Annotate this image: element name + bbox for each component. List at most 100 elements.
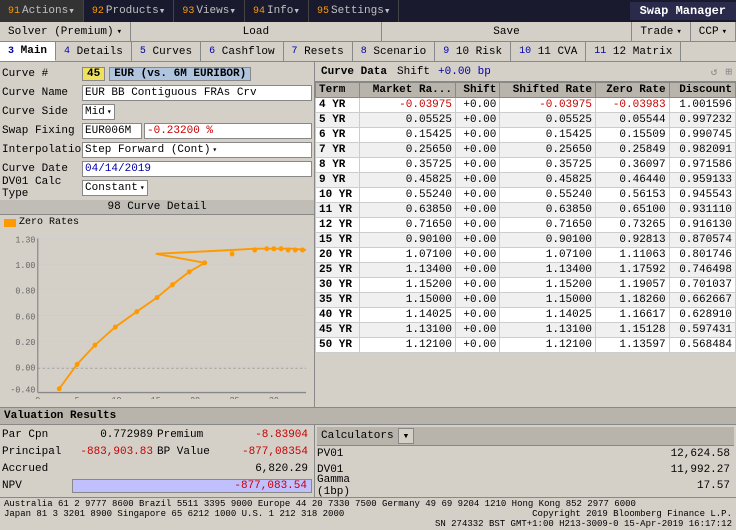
curve-side-select[interactable]: Mid ▾ <box>82 104 115 120</box>
interpolation-select[interactable]: Step Forward (Cont) ▾ <box>82 142 312 158</box>
app-window: 91 Actions ▾ 92 Products ▾ 93 Views ▾ 94… <box>0 0 736 530</box>
col-shifted-rate: Shifted Rate <box>500 83 596 98</box>
table-cell: 0.25849 <box>595 143 669 158</box>
table-cell: 0.568484 <box>669 338 735 353</box>
premium-label: Premium <box>157 429 227 441</box>
solver-button[interactable]: Solver (Premium) ▾ <box>0 22 131 41</box>
table-cell: 10 YR <box>316 188 360 203</box>
table-row: 10 YR0.55240+0.000.552400.561530.945543 <box>316 188 736 203</box>
table-row: 8 YR0.35725+0.000.357250.360970.971586 <box>316 158 736 173</box>
table-cell: 0.701037 <box>669 278 735 293</box>
toolbar: Solver (Premium) ▾ Load Save Trade ▾ CCP… <box>0 22 736 42</box>
tab-scenario[interactable]: 8 Scenario <box>353 42 435 61</box>
calculators-dropdown[interactable]: ▾ <box>398 428 415 444</box>
tab-matrix[interactable]: 11 12 Matrix <box>586 42 681 61</box>
left-column: Curve # 45 EUR (vs. 6M EURIBOR) Curve Na… <box>0 62 315 407</box>
table-cell: 9 YR <box>316 173 360 188</box>
ccp-button[interactable]: CCP ▾ <box>691 22 736 41</box>
tab-details[interactable]: 4 Details <box>56 42 132 61</box>
curve-fields: Curve # 45 EUR (vs. 6M EURIBOR) Curve Na… <box>0 62 314 200</box>
export-icon[interactable]: ⊞ <box>721 65 736 79</box>
table-cell: 1.15000 <box>500 293 596 308</box>
table-cell: 0.90100 <box>360 233 456 248</box>
tab-cva[interactable]: 10 11 CVA <box>511 42 586 61</box>
curve-data-table-scroll[interactable]: Term Market Ra... Shift Shifted Rate Zer… <box>315 82 736 407</box>
svg-text:-0.40: -0.40 <box>10 385 35 395</box>
dv01-row: DV01 11,992.27 <box>317 462 734 478</box>
menu-item-views[interactable]: 93 Views ▾ <box>174 0 245 22</box>
menu-item-actions[interactable]: 91 Actions ▾ <box>0 0 84 22</box>
svg-text:15: 15 <box>151 396 161 399</box>
table-header-row: Term Market Ra... Shift Shifted Rate Zer… <box>316 83 736 98</box>
table-cell: 1.13597 <box>595 338 669 353</box>
dv01-calc-label: DV01 Calc Type <box>2 176 82 200</box>
curve-date-value[interactable]: 04/14/2019 <box>82 161 312 177</box>
table-cell: 6 YR <box>316 128 360 143</box>
tab-main[interactable]: 3 Main <box>0 42 56 61</box>
table-cell: 0.71650 <box>360 218 456 233</box>
table-cell: 0.63850 <box>500 203 596 218</box>
table-cell: +0.00 <box>455 248 499 263</box>
table-cell: -0.03975 <box>360 98 456 113</box>
svg-text:0.80: 0.80 <box>15 286 35 296</box>
swap-fixing-row: Swap Fixing EUR006M -0.23200 % <box>2 122 312 140</box>
table-cell: +0.00 <box>455 173 499 188</box>
par-cpn-label: Par Cpn <box>2 429 72 441</box>
svg-text:0.60: 0.60 <box>15 312 35 322</box>
valuation-left: Par Cpn 0.772989 Premium -8.83904 Princi… <box>0 425 315 497</box>
table-cell: 0.73265 <box>595 218 669 233</box>
table-cell: 1.15128 <box>595 323 669 338</box>
table-row: 25 YR1.13400+0.001.134001.175920.746498 <box>316 263 736 278</box>
curve-name-value[interactable]: EUR BB Contiguous FRAs Crv <box>82 85 312 101</box>
table-cell: 0.916130 <box>669 218 735 233</box>
table-cell: -0.03975 <box>500 98 596 113</box>
gamma-value: 17.57 <box>377 480 734 492</box>
valuation-bar: Valuation Results <box>0 407 736 425</box>
table-cell: 0.45825 <box>360 173 456 188</box>
status-line-2: Japan 81 3 3201 8900 Singapore 65 6212 1… <box>4 509 732 519</box>
tab-curves[interactable]: 5 Curves <box>132 42 201 61</box>
table-cell: 1.15200 <box>360 278 456 293</box>
table-row: 45 YR1.13100+0.001.131001.151280.597431 <box>316 323 736 338</box>
table-cell: +0.00 <box>455 143 499 158</box>
table-cell: 1.13400 <box>360 263 456 278</box>
table-cell: +0.00 <box>455 278 499 293</box>
tab-cashflow[interactable]: 6 Cashflow <box>201 42 283 61</box>
table-cell: 1.15200 <box>500 278 596 293</box>
tab-resets[interactable]: 7 Resets <box>284 42 353 61</box>
menu-item-settings[interactable]: 95 Settings ▾ <box>309 0 399 22</box>
refresh-icon[interactable]: ↺ <box>707 65 722 79</box>
table-cell: 1.17592 <box>595 263 669 278</box>
table-row: 7 YR0.25650+0.000.256500.258490.982091 <box>316 143 736 158</box>
load-button[interactable]: Load <box>131 22 382 41</box>
table-cell: +0.00 <box>455 218 499 233</box>
svg-text:30: 30 <box>269 396 279 399</box>
table-cell: +0.00 <box>455 158 499 173</box>
table-row: 9 YR0.45825+0.000.458250.464400.959133 <box>316 173 736 188</box>
table-cell: 0.55240 <box>360 188 456 203</box>
table-cell: 11 YR <box>316 203 360 218</box>
curve-number: 45 <box>82 67 105 81</box>
swap-fixing-code[interactable]: EUR006M <box>82 123 142 139</box>
menu-num: 95 <box>317 6 329 17</box>
dv01-calc-select[interactable]: Constant ▾ <box>82 180 148 196</box>
swap-fixing-value[interactable]: -0.23200 % <box>144 123 312 139</box>
table-row: 30 YR1.15200+0.001.152001.190570.701037 <box>316 278 736 293</box>
chart-title: 98 Curve Detail <box>0 200 314 215</box>
table-cell: 0.55240 <box>500 188 596 203</box>
table-cell: 1.11063 <box>595 248 669 263</box>
table-cell: 0.801746 <box>669 248 735 263</box>
table-cell: 40 YR <box>316 308 360 323</box>
table-cell: +0.00 <box>455 203 499 218</box>
menu-item-products[interactable]: 92 Products ▾ <box>84 0 174 22</box>
save-button[interactable]: Save <box>382 22 633 41</box>
table-cell: 1.13100 <box>360 323 456 338</box>
menu-item-info[interactable]: 94 Info ▾ <box>245 0 309 22</box>
valuation-right: Calculators ▾ PV01 12,624.58 DV01 11,992… <box>315 425 736 497</box>
tab-risk[interactable]: 9 10 Risk <box>435 42 511 61</box>
svg-text:5: 5 <box>75 396 80 399</box>
table-cell: 1.14025 <box>500 308 596 323</box>
table-cell: 0.56153 <box>595 188 669 203</box>
trade-button[interactable]: Trade ▾ <box>632 22 690 41</box>
table-cell: 1.19057 <box>595 278 669 293</box>
